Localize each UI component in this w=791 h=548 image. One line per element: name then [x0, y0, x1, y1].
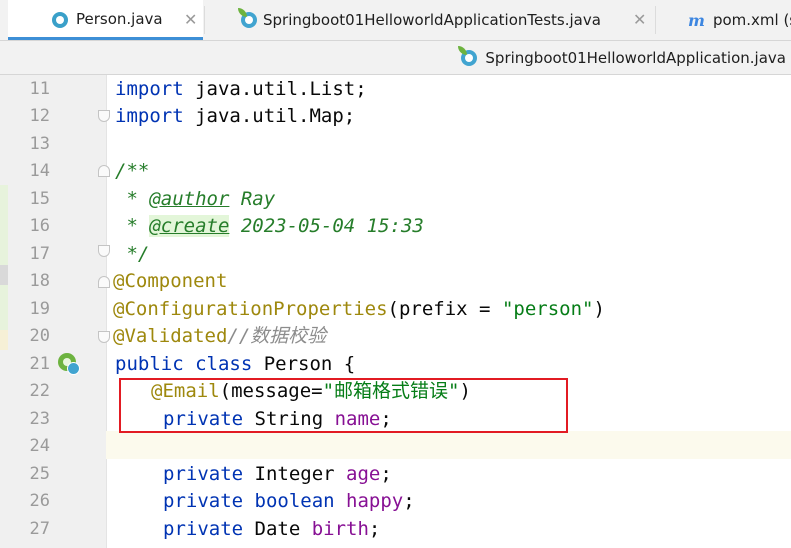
line-number: 14 — [29, 161, 50, 181]
fold-end-icon[interactable] — [98, 245, 110, 257]
tab-springboot-tests[interactable]: Springboot01HelloworldApplicationTests.j… — [205, 0, 654, 40]
line-number: 18 — [29, 271, 50, 291]
fold-start-icon[interactable] — [98, 276, 110, 288]
line-number: 12 — [29, 106, 50, 126]
change-markers — [0, 75, 8, 548]
code-line-18: @Component — [113, 270, 228, 292]
code-line-15: * @author Ray — [115, 188, 276, 210]
close-icon[interactable]: ✕ — [184, 10, 197, 29]
spring-bean-run-icon[interactable] — [58, 353, 80, 375]
added-lines-marker — [0, 185, 8, 265]
code-line-21: public class Person { — [115, 353, 356, 375]
current-line-highlight — [106, 431, 791, 459]
tab-label: pom.xml (s — [712, 11, 791, 29]
modified-lines-marker — [0, 330, 8, 350]
line-number: 27 — [29, 519, 50, 539]
code-line-19: @ConfigurationProperties(prefix = "perso… — [113, 298, 605, 320]
line-number: 20 — [29, 326, 50, 346]
code-line-17: */ — [115, 243, 150, 265]
code-line-20: @Validated//数据校验 — [113, 325, 327, 347]
line-number: 23 — [29, 409, 50, 429]
line-number: 22 — [29, 381, 50, 401]
spring-java-class-icon — [458, 45, 478, 66]
code-line-25: private Integer age; — [163, 463, 392, 485]
code-line-16: * @create 2023-05-04 15:33 — [115, 215, 424, 237]
close-icon[interactable]: ✕ — [633, 10, 646, 29]
line-number: 13 — [29, 134, 50, 154]
spring-java-class-icon — [238, 8, 257, 28]
tab-pom-xml[interactable]: m pom.xml (s — [656, 0, 791, 40]
line-number: 11 — [29, 79, 50, 99]
line-number: 16 — [29, 216, 50, 236]
tab-label: Person.java — [76, 9, 163, 28]
code-line-12: import java.util.Map; — [115, 105, 356, 127]
code-line-26: private boolean happy; — [163, 490, 415, 512]
editor-tab-bar: Person.java ✕ Springboot01HelloworldAppl… — [0, 0, 791, 41]
fold-end-icon[interactable] — [98, 110, 110, 122]
tab-person-java[interactable]: Person.java ✕ — [8, 0, 203, 40]
maven-m-icon: m — [688, 10, 705, 30]
line-number: 25 — [29, 464, 50, 484]
fold-start-icon[interactable] — [98, 165, 110, 177]
line-number: 19 — [29, 299, 50, 319]
line-number: 17 — [29, 244, 50, 264]
tab-label: Springboot01HelloworldApplicationTests.j… — [263, 11, 601, 29]
added-lines-marker — [0, 285, 8, 330]
editor-tab-bar-row-2: Springboot01HelloworldApplication.java — [0, 41, 791, 75]
fold-end-icon[interactable] — [98, 331, 110, 343]
code-line-14: /** — [115, 160, 150, 182]
line-number: 15 — [29, 189, 50, 209]
line-number: 21 — [29, 354, 50, 374]
tab-label: Springboot01HelloworldApplication.java — [485, 48, 786, 67]
line-number: 26 — [29, 491, 50, 511]
line-number: 24 — [29, 436, 50, 456]
modified-lines-marker — [0, 265, 8, 285]
code-line-11: import java.util.List; — [115, 78, 367, 100]
tab-springboot-application[interactable]: Springboot01HelloworldApplication.java — [458, 41, 786, 74]
code-line-27: private Date birth; — [163, 518, 381, 540]
java-class-icon — [52, 12, 68, 28]
highlight-annotation-box — [119, 378, 568, 433]
